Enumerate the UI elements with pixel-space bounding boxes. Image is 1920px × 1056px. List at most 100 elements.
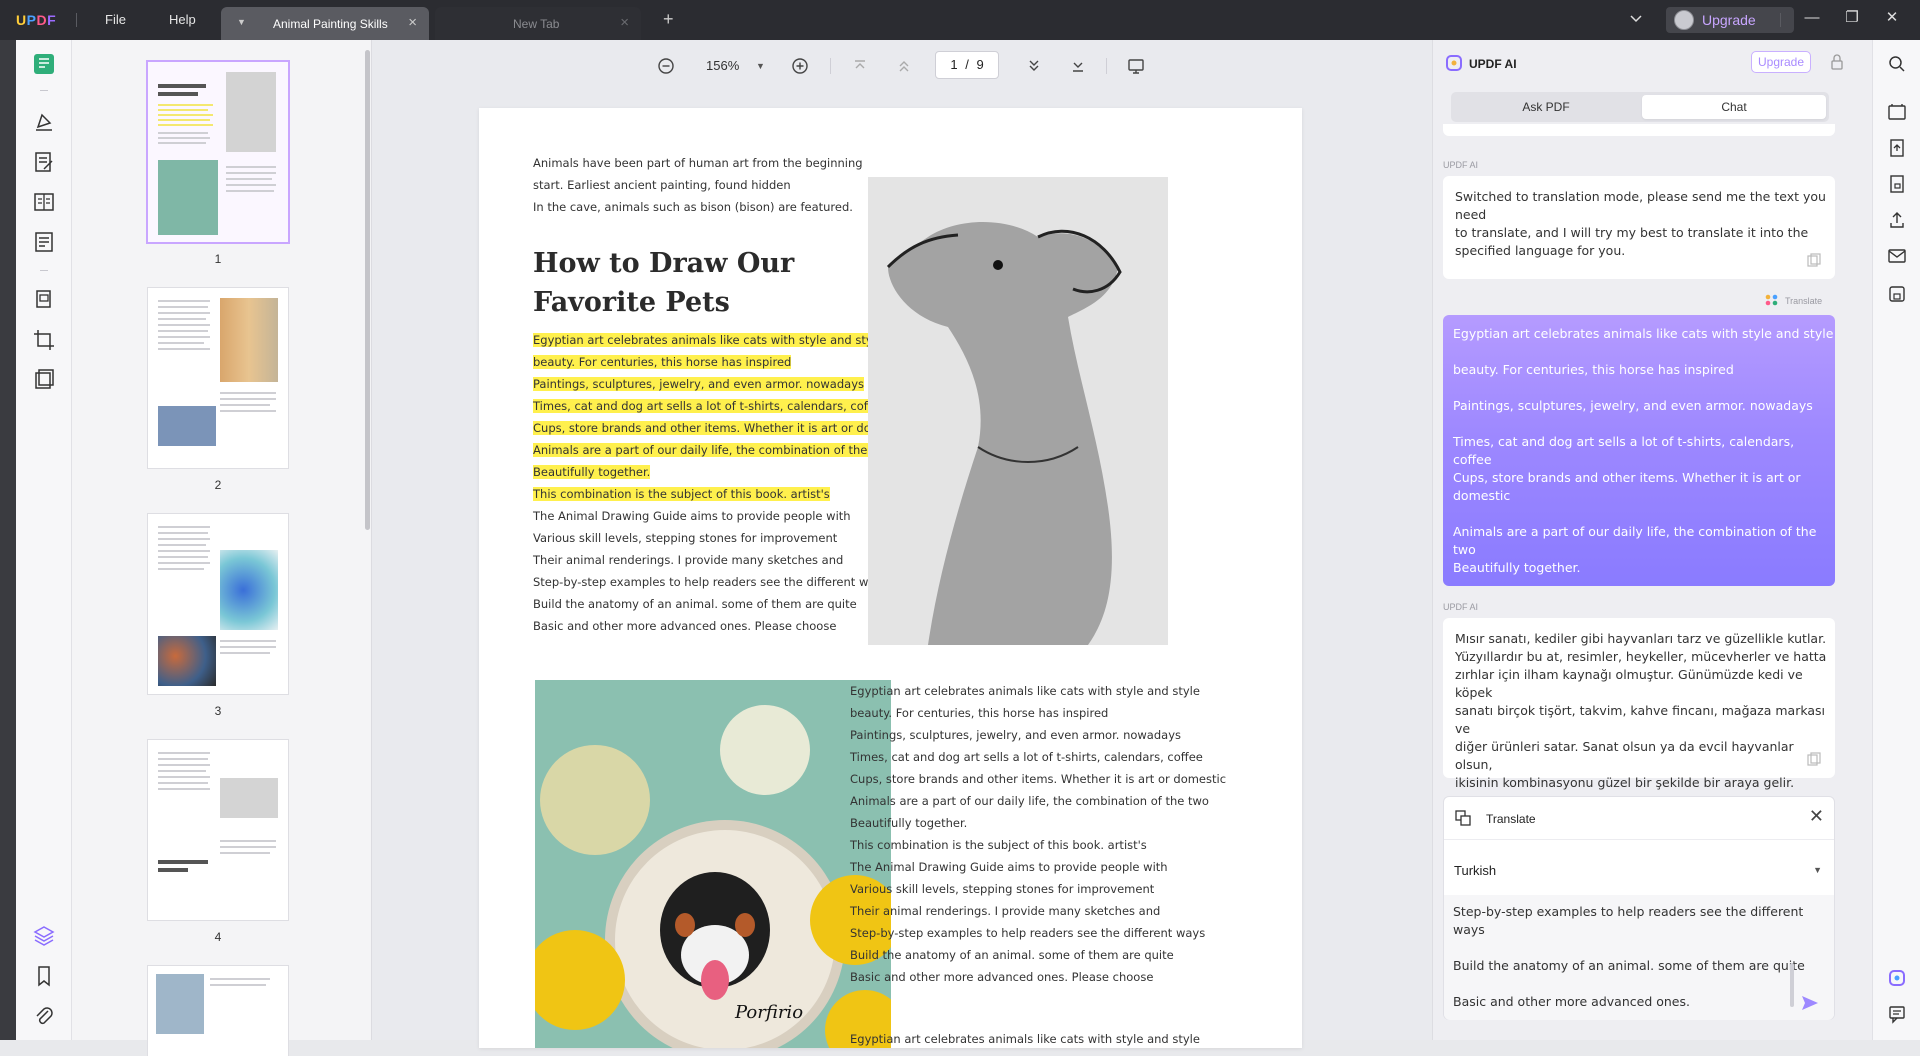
crop-icon[interactable] bbox=[32, 328, 56, 352]
last-page-icon[interactable] bbox=[1068, 56, 1088, 76]
thumbnail-page-5[interactable] bbox=[148, 966, 288, 1056]
thumbnail-page-3[interactable] bbox=[148, 514, 288, 694]
page-organize-icon[interactable] bbox=[32, 190, 56, 214]
translate-icon bbox=[1455, 810, 1471, 826]
intro-paragraph: Animals have been part of human art from… bbox=[533, 152, 863, 218]
language-select[interactable]: Turkish bbox=[1454, 863, 1496, 878]
text-line: Beautifully together. bbox=[850, 816, 968, 830]
ai-message-line: sanatı birçok tişört, takvim, kahve finc… bbox=[1455, 703, 1826, 736]
thumbnail-scrollbar[interactable] bbox=[365, 50, 370, 530]
restore-icon[interactable]: ❐ bbox=[1844, 10, 1860, 26]
dog-sketch-image bbox=[868, 177, 1168, 645]
user-message-line: domestic bbox=[1453, 488, 1511, 503]
title-separator bbox=[1780, 13, 1781, 27]
language-dropdown-icon[interactable]: ▼ bbox=[1813, 865, 1822, 875]
user-message-line: beauty. For centuries, this horse has in… bbox=[1453, 362, 1734, 377]
layers-icon[interactable] bbox=[32, 924, 56, 948]
presentation-icon[interactable] bbox=[1126, 56, 1146, 76]
highlighted-line[interactable]: Cups, store brands and other items. Whet… bbox=[533, 417, 910, 439]
highlight-text: Paintings, sculptures, jewelry, and even… bbox=[533, 377, 864, 391]
translate-panel-title: Translate bbox=[1486, 812, 1536, 826]
first-page-icon[interactable] bbox=[850, 56, 870, 76]
comments-list-icon[interactable] bbox=[1887, 1004, 1907, 1024]
tab-animal-painting-skills[interactable]: ▼ Animal Painting Skills × bbox=[221, 7, 429, 40]
convert-icon[interactable] bbox=[1887, 138, 1907, 158]
text-line: start. Earliest ancient painting, found … bbox=[533, 178, 791, 192]
tab-close-icon[interactable]: × bbox=[620, 14, 629, 31]
ai-message-line: Yüzyıllardır bu at, resimler, heykeller,… bbox=[1455, 649, 1827, 664]
text-line: Animals are a part of our daily life, th… bbox=[850, 794, 1209, 808]
thumbnail-page-1[interactable] bbox=[148, 62, 288, 242]
highlighted-line[interactable]: Beautifully together. bbox=[533, 461, 909, 483]
page-separator: / bbox=[965, 57, 969, 72]
comment-icon[interactable] bbox=[32, 110, 56, 134]
translate-close-icon[interactable]: ✕ bbox=[1809, 806, 1824, 827]
zoom-level[interactable]: 156% bbox=[706, 58, 739, 73]
new-tab-plus-icon[interactable]: + bbox=[663, 9, 674, 30]
search-icon[interactable] bbox=[1887, 54, 1907, 74]
highlighted-line[interactable]: beauty. For centuries, this horse has in… bbox=[533, 351, 909, 373]
text-line: Basic and other more advanced ones. Plea… bbox=[850, 970, 1154, 984]
attachment-icon[interactable] bbox=[32, 1004, 56, 1028]
text-line: Paintings, sculptures, jewelry, and even… bbox=[850, 728, 1181, 742]
protect-icon[interactable] bbox=[32, 368, 56, 392]
tab-close-icon[interactable]: × bbox=[408, 14, 417, 31]
total-pages: 9 bbox=[976, 57, 984, 72]
input-line: Basic and other more advanced ones. bbox=[1453, 994, 1690, 1009]
tab-chat[interactable]: Chat bbox=[1642, 95, 1826, 119]
reader-icon[interactable] bbox=[32, 52, 56, 76]
chevron-down-icon[interactable] bbox=[1628, 10, 1644, 26]
close-icon[interactable]: ✕ bbox=[1884, 10, 1900, 26]
highlight-text: This combination is the subject of this … bbox=[533, 487, 830, 501]
copy-icon[interactable] bbox=[1807, 253, 1821, 267]
previous-message-card bbox=[1443, 124, 1835, 136]
zoom-in-icon[interactable] bbox=[790, 56, 810, 76]
ocr-icon[interactable] bbox=[32, 288, 56, 312]
highlighted-line[interactable]: This combination is the subject of this … bbox=[533, 483, 909, 505]
highlighted-line[interactable]: Animals are a part of our daily life, th… bbox=[533, 439, 909, 461]
bookmark-icon[interactable] bbox=[32, 964, 56, 988]
updf-ai-icon bbox=[1446, 55, 1462, 71]
updf-ai-launch-icon[interactable] bbox=[1887, 968, 1907, 988]
upgrade-button[interactable]: Upgrade bbox=[1666, 7, 1794, 33]
tab-dropdown-icon[interactable]: ▼ bbox=[237, 17, 246, 27]
protect-document-icon[interactable] bbox=[1887, 174, 1907, 194]
tab-new-tab[interactable]: New Tab × bbox=[435, 7, 641, 40]
page-number-input[interactable]: 1 / 9 bbox=[935, 51, 999, 79]
lock-icon[interactable] bbox=[1829, 53, 1845, 71]
highlight-text: Egyptian art celebrates animals like cat… bbox=[533, 333, 883, 347]
ai-mode-tabs: Ask PDF Chat bbox=[1451, 92, 1829, 122]
thumbnail-page-4[interactable] bbox=[148, 740, 288, 920]
thumbnail-page-2[interactable] bbox=[148, 288, 288, 468]
zoom-dropdown-icon[interactable]: ▼ bbox=[756, 61, 765, 71]
email-icon[interactable] bbox=[1887, 246, 1907, 266]
highlighted-line[interactable]: Paintings, sculptures, jewelry, and even… bbox=[533, 373, 909, 395]
highlight-text: Times, cat and dog art sells a lot of t-… bbox=[533, 399, 886, 413]
minimize-icon[interactable]: — bbox=[1804, 10, 1820, 26]
translate-input[interactable]: Step-by-step examples to help readers se… bbox=[1444, 895, 1834, 1020]
menu-help[interactable]: Help bbox=[169, 12, 196, 27]
embroidery-signature: Porfirio bbox=[734, 1002, 803, 1023]
translate-dots-icon bbox=[1765, 294, 1778, 306]
save-icon[interactable] bbox=[1887, 284, 1907, 304]
text-line: In the cave, animals such as bison (biso… bbox=[533, 200, 853, 214]
avatar bbox=[1674, 10, 1694, 30]
highlighted-line[interactable]: Times, cat and dog art sells a lot of t-… bbox=[533, 395, 909, 417]
copy-icon[interactable] bbox=[1807, 752, 1821, 766]
ai-message-line: Mısır sanatı, kediler gibi hayvanları ta… bbox=[1455, 631, 1827, 646]
menu-file[interactable]: File bbox=[105, 12, 126, 27]
edit-pdf-icon[interactable] bbox=[32, 150, 56, 174]
previous-page-icon[interactable] bbox=[894, 56, 914, 76]
highlighted-line[interactable]: Egyptian art celebrates animals like cat… bbox=[533, 329, 909, 351]
translate-mode-tag: Translate bbox=[1765, 294, 1822, 306]
next-page-icon[interactable] bbox=[1024, 56, 1044, 76]
tab-ask-pdf[interactable]: Ask PDF bbox=[1454, 95, 1638, 119]
form-icon[interactable] bbox=[32, 230, 56, 254]
share-icon[interactable] bbox=[1887, 210, 1907, 230]
send-icon[interactable] bbox=[1800, 993, 1820, 1013]
zoom-out-icon[interactable] bbox=[656, 56, 676, 76]
input-scrollbar[interactable] bbox=[1790, 963, 1794, 1007]
ocr-text-icon[interactable] bbox=[1887, 102, 1907, 122]
ai-upgrade-button[interactable]: Upgrade bbox=[1751, 51, 1811, 73]
user-message-line: Cups, store brands and other items. Whet… bbox=[1453, 470, 1801, 485]
